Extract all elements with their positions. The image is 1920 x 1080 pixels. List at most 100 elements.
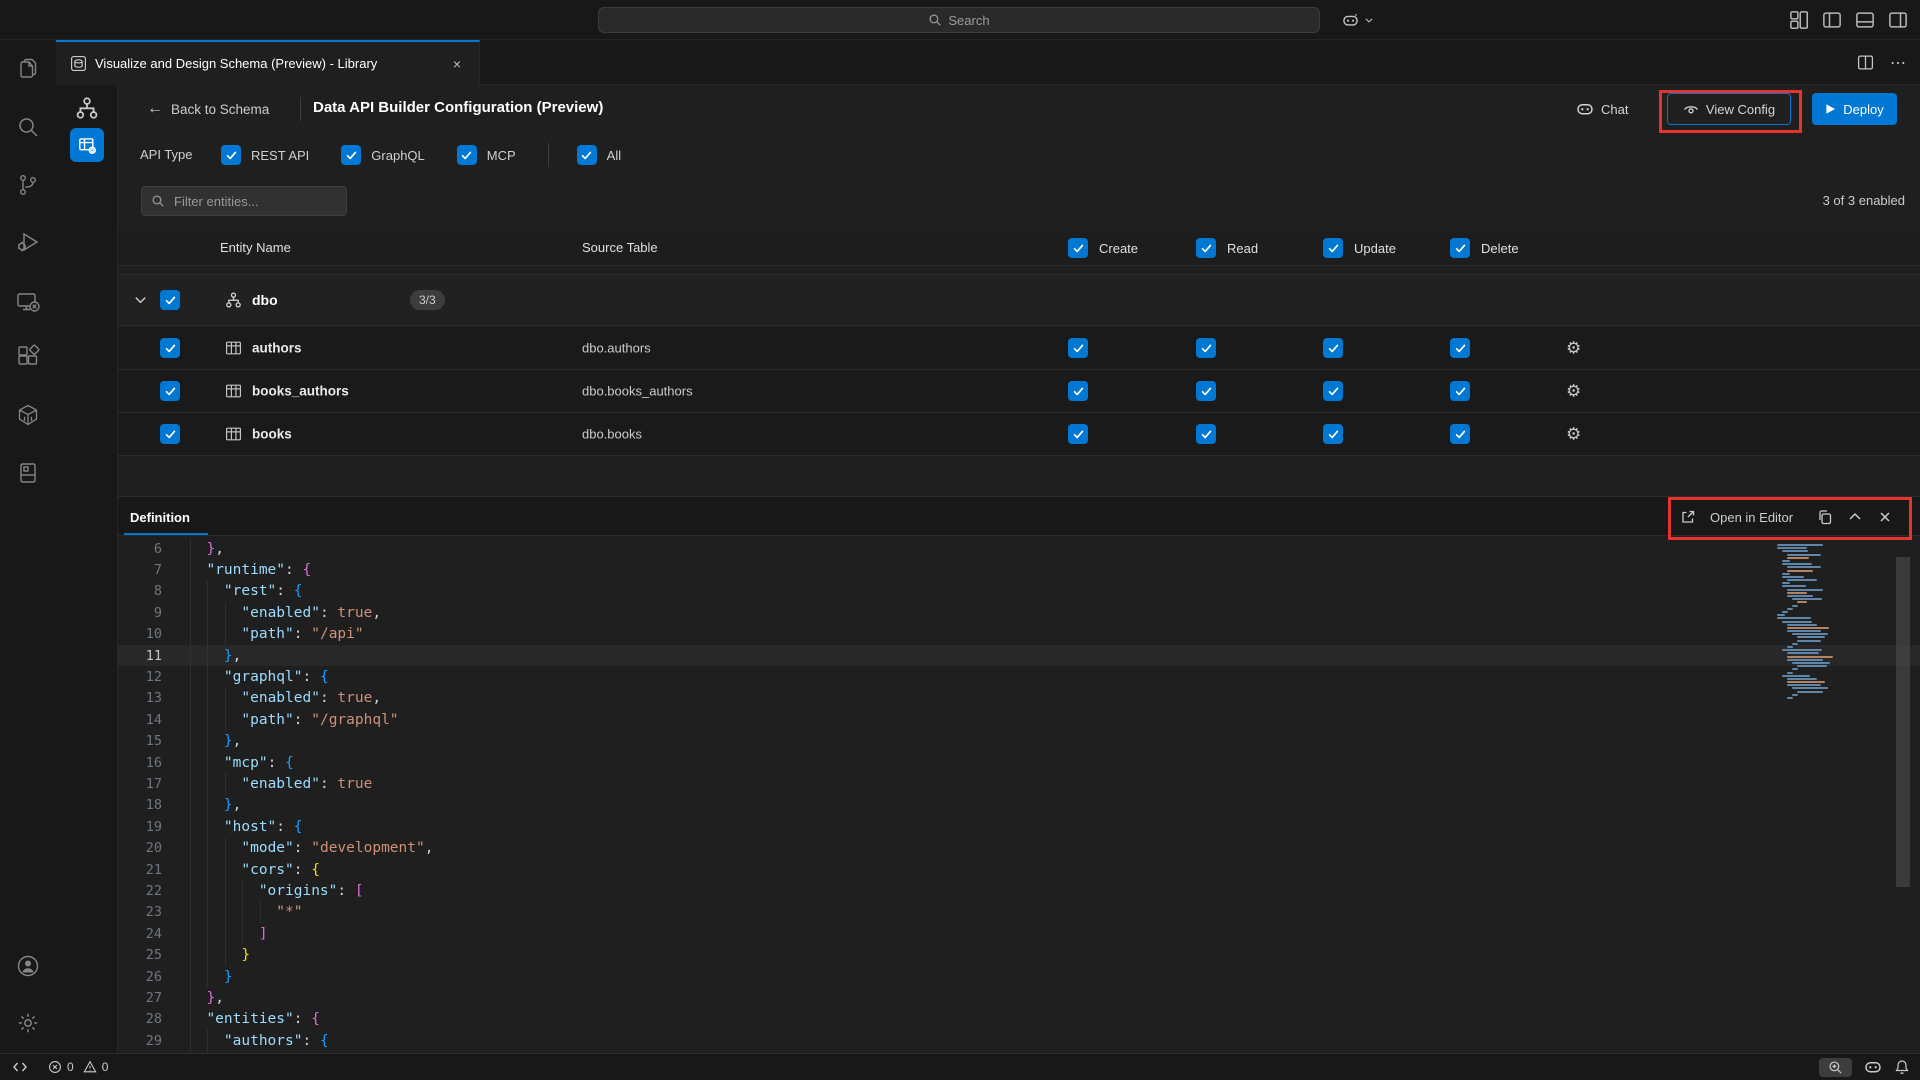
authors-delete-checkbox[interactable] <box>1450 338 1470 358</box>
code-text: "path": "/api" <box>189 624 364 645</box>
toggle-secondary-sidebar-icon[interactable] <box>1888 10 1908 30</box>
back-to-schema-button[interactable]: ← Back to Schema <box>147 95 269 123</box>
delete-column-checkbox[interactable] <box>1450 238 1470 258</box>
collapse-panel-icon[interactable] <box>1847 509 1863 525</box>
code-line: 27}, <box>118 987 1920 1008</box>
settings-gear-icon[interactable] <box>16 1011 40 1035</box>
deploy-button[interactable]: Deploy <box>1812 93 1897 125</box>
indent-guide <box>190 773 191 794</box>
books-authors-create-checkbox[interactable] <box>1068 381 1088 401</box>
containers-icon[interactable] <box>16 403 40 427</box>
books-create-checkbox[interactable] <box>1068 424 1088 444</box>
search-view-icon[interactable] <box>16 115 40 139</box>
minimap-line <box>1777 547 1807 549</box>
copilot-menu-button[interactable] <box>1334 7 1382 33</box>
filter-entities-input[interactable] <box>141 186 347 216</box>
definition-code-editor[interactable]: 6},7"runtime": {8"rest": {9"enabled": tr… <box>118 536 1920 1053</box>
schema-group-row[interactable]: dbo3/3 <box>118 274 1920 326</box>
books-authors-checkbox[interactable] <box>160 381 180 401</box>
explorer-icon[interactable] <box>16 58 40 82</box>
problems-indicator[interactable]: 0 0 <box>48 1060 108 1074</box>
read-column-checkbox[interactable] <box>1196 238 1216 258</box>
crud-column-label: Read <box>1227 241 1258 256</box>
editor-scrollbar[interactable] <box>1896 557 1910 887</box>
customize-layout-icon[interactable] <box>1789 10 1809 30</box>
code-text: "mcp": { <box>189 752 294 773</box>
extensions-icon[interactable] <box>16 344 40 368</box>
graphql-checkbox[interactable] <box>341 145 361 165</box>
copilot-icon <box>1576 100 1594 118</box>
books-delete-checkbox[interactable] <box>1450 424 1470 444</box>
indent-guide <box>190 902 191 923</box>
indent-guide <box>225 709 226 730</box>
code-line: 22"origins": [ <box>118 880 1920 901</box>
create-column-checkbox[interactable] <box>1068 238 1088 258</box>
rest-api-checkbox[interactable] <box>221 145 241 165</box>
zoom-indicator[interactable] <box>1819 1058 1852 1077</box>
remote-explorer-icon[interactable] <box>16 290 40 314</box>
minimap-line <box>1787 595 1813 597</box>
books-checkbox[interactable] <box>160 424 180 444</box>
code-text: "graphql": { <box>189 666 329 687</box>
group-checkbox[interactable] <box>160 290 180 310</box>
open-in-editor-button[interactable]: Open in Editor <box>1710 510 1793 525</box>
database-icon[interactable] <box>16 461 40 485</box>
entity-settings-gear-icon[interactable]: ⚙ <box>1566 426 1581 443</box>
remote-indicator-icon[interactable] <box>12 1059 28 1075</box>
books-update-checkbox[interactable] <box>1323 424 1343 444</box>
minimap-line <box>1787 570 1813 572</box>
filter-entities-field[interactable] <box>172 193 322 210</box>
toggle-primary-sidebar-icon[interactable] <box>1822 10 1842 30</box>
close-panel-icon[interactable] <box>1877 509 1893 525</box>
indent-guide <box>207 752 208 773</box>
authors-checkbox[interactable] <box>160 338 180 358</box>
definition-tab-underline <box>124 533 208 536</box>
api-option-label: GraphQL <box>371 148 424 163</box>
run-and-debug-icon[interactable] <box>16 230 40 254</box>
books-authors-delete-checkbox[interactable] <box>1450 381 1470 401</box>
view-config-button[interactable]: View Config <box>1667 93 1791 125</box>
notifications-bell-icon[interactable] <box>1894 1059 1910 1075</box>
source-control-icon[interactable] <box>16 173 40 197</box>
entity-settings-gear-icon[interactable]: ⚙ <box>1566 383 1581 400</box>
authors-create-checkbox[interactable] <box>1068 338 1088 358</box>
api-option-label: REST API <box>251 148 309 163</box>
account-icon[interactable] <box>16 954 40 978</box>
api-config-view-button[interactable] <box>70 128 104 162</box>
code-text: "rest": { <box>189 581 303 602</box>
crud-column-update: Update <box>1323 238 1396 258</box>
mcp-checkbox[interactable] <box>457 145 477 165</box>
minimap-line <box>1787 624 1817 626</box>
update-column-checkbox[interactable] <box>1323 238 1343 258</box>
books-read-checkbox[interactable] <box>1196 424 1216 444</box>
toggle-panel-icon[interactable] <box>1855 10 1875 30</box>
entity-settings-gear-icon[interactable]: ⚙ <box>1566 340 1581 357</box>
authors-read-checkbox[interactable] <box>1196 338 1216 358</box>
schema-view-icon[interactable] <box>75 96 99 120</box>
deploy-label: Deploy <box>1843 102 1883 117</box>
chevron-down-icon[interactable] <box>133 293 148 308</box>
authors-update-checkbox[interactable] <box>1323 338 1343 358</box>
indent-guide <box>207 859 208 880</box>
minimap-line <box>1787 630 1821 632</box>
minimap[interactable] <box>1772 544 1892 714</box>
chat-button[interactable]: Chat <box>1576 95 1628 123</box>
copy-icon[interactable] <box>1817 509 1833 525</box>
line-number: 28 <box>118 1011 162 1027</box>
tab-visualize-design-schema[interactable]: Visualize and Design Schema (Preview) - … <box>56 40 480 85</box>
definition-tab[interactable]: Definition <box>126 497 194 537</box>
minimap-line <box>1792 633 1828 635</box>
copilot-status-icon[interactable] <box>1864 1058 1882 1076</box>
more-actions-icon[interactable]: ⋯ <box>1890 53 1906 73</box>
tab-close-icon[interactable]: × <box>447 54 467 74</box>
indent-guide <box>207 645 208 666</box>
code-line: 17"enabled": true <box>118 773 1920 794</box>
split-editor-icon[interactable] <box>1857 54 1874 71</box>
api-type-options: REST APIGraphQLMCPAll <box>221 141 653 169</box>
column-entity-name: Entity Name <box>220 240 291 255</box>
books-authors-read-checkbox[interactable] <box>1196 381 1216 401</box>
indent-guide <box>207 581 208 602</box>
command-center-search[interactable]: Search <box>598 7 1320 33</box>
all-checkbox[interactable] <box>577 145 597 165</box>
books-authors-update-checkbox[interactable] <box>1323 381 1343 401</box>
